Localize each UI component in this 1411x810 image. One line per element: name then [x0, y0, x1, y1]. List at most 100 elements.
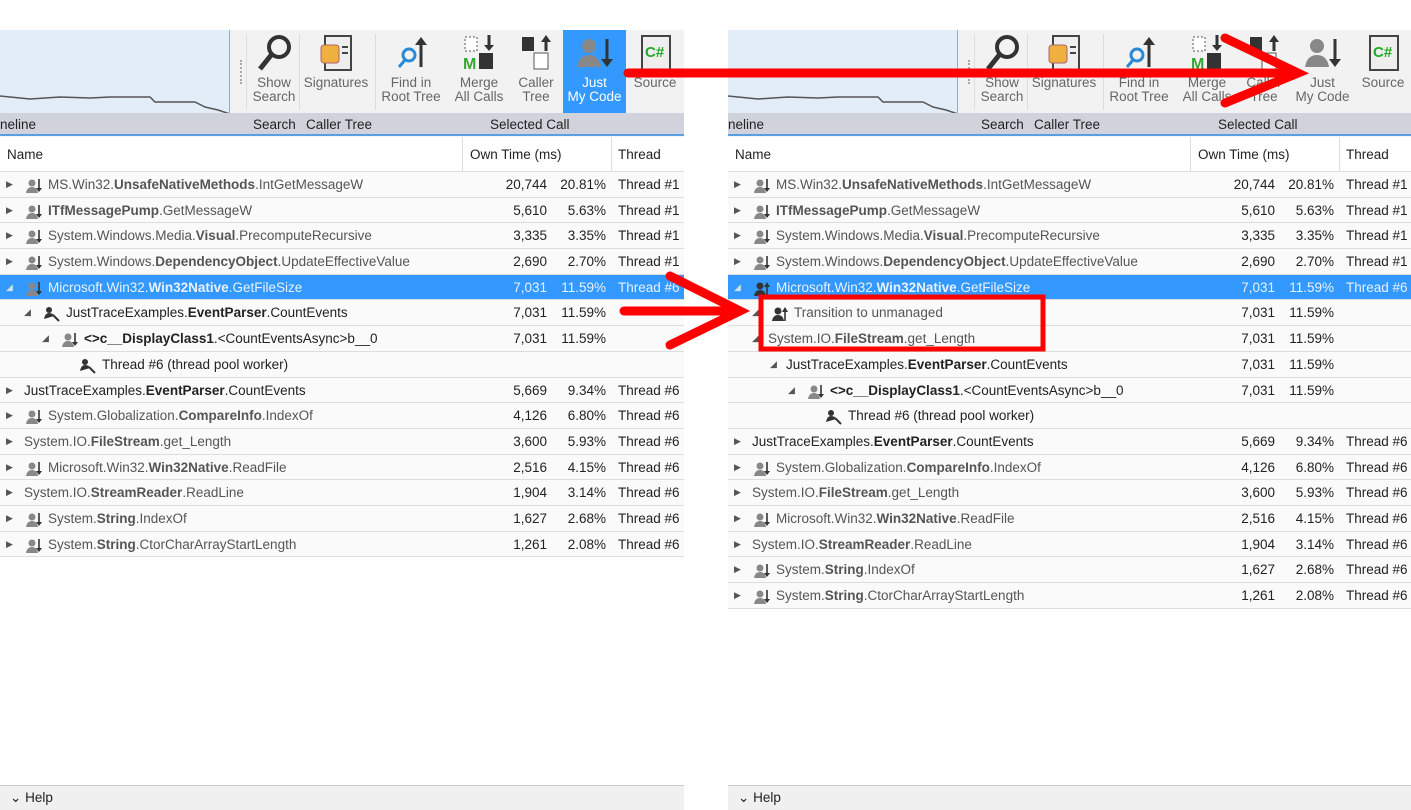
expand-toggle[interactable]: ▶ [6, 198, 13, 223]
column-own-time[interactable]: Own Time (ms) [1198, 137, 1290, 172]
magnifier-button[interactable]: Show Search [248, 30, 300, 113]
expand-toggle[interactable]: ▶ [6, 223, 13, 248]
tree-row[interactable]: ▶ ITfMessagePump.GetMessageW 5,610 5.63% Thr… [0, 197, 684, 224]
scroll-document-button[interactable]: Signatures [1028, 30, 1100, 113]
expand-toggle[interactable]: ▶ [734, 198, 741, 223]
thread: Thread #1 [1346, 202, 1408, 218]
tree-row[interactable]: ▶ System.Windows.Media.Visual.PrecomputeR… [0, 223, 684, 250]
tree-row[interactable]: ▶ System.String.IndexOf 1,627 2.68% Thread #… [0, 505, 684, 532]
tree-row[interactable]: Thread #6 (thread pool worker) [0, 351, 684, 378]
tree-row[interactable]: ◢ System.IO.FileStream.get_Length 7,031 11.… [728, 326, 1411, 352]
help-panel-toggle[interactable]: ⌄ Help [0, 785, 684, 810]
toolbar-grip[interactable] [240, 60, 243, 84]
expand-toggle[interactable]: ▶ [6, 480, 13, 505]
expand-toggle[interactable]: ▶ [6, 403, 13, 428]
tree-row[interactable]: ▶ JustTraceExamples.EventParser.CountEven… [0, 377, 684, 404]
expand-toggle[interactable]: ▶ [6, 249, 13, 274]
tree-row[interactable]: ▶ System.Windows.Media.Visual.PrecomputeR… [728, 223, 1411, 250]
scroll-document-button[interactable]: Signatures [300, 30, 372, 113]
collapse-toggle[interactable]: ◢ [734, 275, 741, 300]
column-thread[interactable]: Thread [618, 137, 661, 172]
column-own-time[interactable]: Own Time (ms) [470, 137, 562, 172]
collapse-toggle[interactable]: ◢ [788, 378, 795, 403]
collapse-toggle[interactable]: ◢ [24, 300, 31, 325]
method-name: Microsoft.Win32.Win32Native.ReadFile [776, 510, 1015, 526]
chevron-down-icon: ⌄ [738, 790, 750, 805]
just-my-code-button[interactable]: Just My Code [1291, 30, 1354, 113]
caller-tree-button[interactable]: Caller Tree [510, 30, 562, 113]
tree-row[interactable]: ▶ System.String.IndexOf 1,627 2.68% Thread #… [728, 557, 1411, 583]
caller-tree-button[interactable]: Caller Tree [1238, 30, 1290, 113]
find-root-button[interactable]: Find in Root Tree [1106, 30, 1172, 113]
tree-row[interactable]: ◢ <>c__DisplayClass1.<CountEventsAsync>b_… [0, 326, 684, 352]
tree-row[interactable]: ▶ JustTraceExamples.EventParser.CountEven… [728, 428, 1411, 455]
expand-toggle[interactable]: ▶ [734, 480, 741, 505]
column-name[interactable]: Name [7, 137, 43, 172]
expand-toggle[interactable]: ▶ [734, 223, 741, 248]
button-label: Root Tree [381, 89, 441, 104]
tree-row[interactable]: ▶ System.String.CtorCharArrayStartLength 1… [728, 583, 1411, 609]
expand-toggle[interactable]: ▶ [6, 429, 13, 454]
tree-row[interactable]: ◢ <>c__DisplayClass1.<CountEventsAsync>b_… [728, 377, 1411, 404]
expand-toggle[interactable]: ▶ [6, 506, 13, 531]
column-name[interactable]: Name [735, 137, 771, 172]
csharp-source-button[interactable]: C# Source [628, 30, 682, 113]
expand-toggle[interactable]: ▶ [734, 506, 741, 531]
expand-toggle[interactable]: ▶ [6, 455, 13, 480]
tree-row[interactable]: ▶ System.IO.FileStream.get_Length 3,600 5.9… [728, 480, 1411, 506]
tree-row[interactable]: ▶ System.Windows.DependencyObject.UpdateE… [728, 249, 1411, 275]
tree-row[interactable]: ▶ MS.Win32.UnsafeNativeMethods.IntGetMess… [728, 172, 1411, 198]
merge-calls-button[interactable]: M Merge All Calls [451, 30, 507, 113]
expand-toggle[interactable]: ▶ [734, 532, 741, 557]
tree-row[interactable]: ▶ System.Globalization.CompareInfo.IndexO… [728, 454, 1411, 481]
expand-toggle[interactable]: ▶ [6, 172, 13, 197]
tree-row[interactable]: ▶ System.IO.StreamReader.ReadLine 1,904 3.1… [0, 480, 684, 506]
timeline-preview[interactable] [0, 30, 230, 113]
tree-row[interactable]: ▶ ITfMessagePump.GetMessageW 5,610 5.63% Thr… [728, 197, 1411, 224]
tree-row[interactable]: ◢ JustTraceExamples.EventParser.CountEven… [0, 300, 684, 327]
thread: Thread #6 [1346, 279, 1408, 295]
find-root-button[interactable]: Find in Root Tree [378, 30, 444, 113]
method-name: System.IO.StreamReader.ReadLine [24, 485, 244, 501]
expand-toggle[interactable]: ▶ [734, 583, 741, 608]
tree-row[interactable]: ◢ Transition to unmanaged 7,031 11.59% [728, 300, 1411, 327]
column-thread[interactable]: Thread [1346, 137, 1389, 172]
toolbar-grip[interactable] [968, 60, 971, 84]
collapse-toggle[interactable]: ◢ [752, 300, 759, 325]
help-panel-toggle[interactable]: ⌄ Help [728, 785, 1411, 810]
expand-toggle[interactable]: ▶ [734, 172, 741, 197]
expand-toggle[interactable]: ▶ [734, 429, 741, 454]
tree-row[interactable]: ◢ Microsoft.Win32.Win32Native.GetFileSize… [728, 274, 1411, 301]
csharp-source-button[interactable]: C# Source [1356, 30, 1410, 113]
thread: Thread #6 [618, 536, 680, 552]
expand-toggle[interactable]: ▶ [734, 557, 741, 582]
expand-toggle[interactable]: ▶ [734, 455, 741, 480]
magnifier-button[interactable]: Show Search [976, 30, 1028, 113]
collapse-toggle[interactable]: ◢ [42, 326, 49, 351]
method-name: Microsoft.Win32.Win32Native.ReadFile [48, 459, 287, 475]
collapse-toggle[interactable]: ◢ [6, 275, 13, 300]
tree-row[interactable]: ▶ System.IO.FileStream.get_Length 3,600 5.9… [0, 428, 684, 455]
tree-row[interactable]: ▶ Microsoft.Win32.Win32Native.ReadFile 2,5… [728, 505, 1411, 532]
collapse-toggle[interactable]: ◢ [770, 352, 777, 377]
expand-toggle[interactable]: ▶ [6, 378, 13, 403]
collapse-toggle[interactable]: ◢ [752, 326, 759, 351]
merge-calls-button[interactable]: M Merge All Calls [1179, 30, 1235, 113]
tree-row[interactable]: ◢ Microsoft.Win32.Win32Native.GetFileSize… [0, 274, 684, 301]
method-name: JustTraceExamples.EventParser.CountEvent… [24, 382, 306, 398]
tree-row[interactable]: ▶ System.IO.StreamReader.ReadLine 1,904 3.1… [728, 531, 1411, 558]
tree-row[interactable]: Thread #6 (thread pool worker) [728, 403, 1411, 429]
thread: Thread #6 [618, 279, 680, 295]
expand-toggle[interactable]: ▶ [734, 249, 741, 274]
tree-row[interactable]: ◢ JustTraceExamples.EventParser.CountEven… [728, 351, 1411, 378]
tree-row[interactable]: ▶ MS.Win32.UnsafeNativeMethods.IntGetMess… [0, 172, 684, 198]
tree-row[interactable]: ▶ System.String.CtorCharArrayStartLength 1… [0, 531, 684, 558]
button-label: Merge [459, 75, 499, 90]
method-name: System.String.IndexOf [776, 562, 915, 578]
just-my-code-button[interactable]: Just My Code [563, 30, 626, 113]
tree-row[interactable]: ▶ System.Globalization.CompareInfo.IndexO… [0, 403, 684, 429]
expand-toggle[interactable]: ▶ [6, 532, 13, 557]
tree-row[interactable]: ▶ Microsoft.Win32.Win32Native.ReadFile 2,5… [0, 454, 684, 481]
timeline-preview[interactable] [728, 30, 958, 113]
tree-row[interactable]: ▶ System.Windows.DependencyObject.UpdateE… [0, 249, 684, 275]
